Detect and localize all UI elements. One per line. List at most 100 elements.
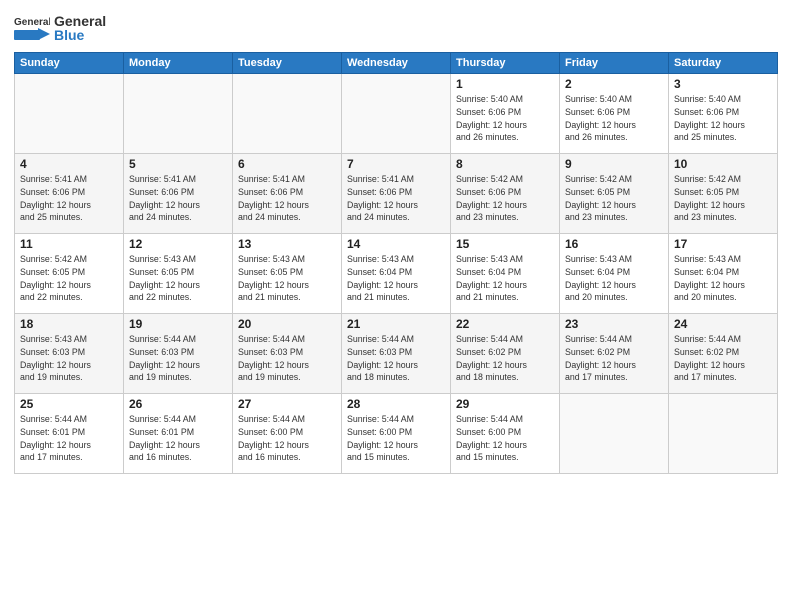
day-number: 16 <box>565 237 663 251</box>
calendar-cell: 27 Sunrise: 5:44 AMSunset: 6:00 PMDayligh… <box>233 394 342 474</box>
day-info: Sunrise: 5:42 AMSunset: 6:05 PMDaylight:… <box>565 173 663 224</box>
day-info: Sunrise: 5:41 AMSunset: 6:06 PMDaylight:… <box>20 173 118 224</box>
calendar-cell: 5Sunrise: 5:41 AMSunset: 6:06 PMDaylight… <box>124 154 233 234</box>
calendar-cell: 20Sunrise: 5:44 AMSunset: 6:03 PMDayligh… <box>233 314 342 394</box>
logo-text-block: General Blue <box>54 14 106 42</box>
calendar-cell: 22 Sunrise: 5:44 AMSunset: 6:02 PMDayligh… <box>451 314 560 394</box>
day-info: Sunrise: 5:44 AMSunset: 6:02 PMDaylight:… <box>674 333 772 384</box>
day-number: 22 <box>456 317 554 331</box>
calendar-cell <box>15 74 124 154</box>
day-info: Sunrise: 5:42 AMSunset: 6:05 PMDaylight:… <box>674 173 772 224</box>
day-info: Sunrise: 5:41 AMSunset: 6:06 PMDaylight:… <box>129 173 227 224</box>
day-number: 21 <box>347 317 445 331</box>
day-info: Sunrise: 5:43 AMSunset: 6:05 PMDaylight:… <box>129 253 227 304</box>
calendar-cell: 2 Sunrise: 5:40 AMSunset: 6:06 PMDaylight… <box>560 74 669 154</box>
calendar-cell: 18Sunrise: 5:43 AMSunset: 6:03 PMDayligh… <box>15 314 124 394</box>
day-number: 14 <box>347 237 445 251</box>
day-number: 4 <box>20 157 118 171</box>
day-info: Sunrise: 5:43 AMSunset: 6:03 PMDaylight:… <box>20 333 118 384</box>
day-info: Sunrise: 5:43 AMSunset: 6:04 PMDaylight:… <box>674 253 772 304</box>
page-header: General General Blue <box>14 10 778 46</box>
day-info: Sunrise: 5:44 AMSunset: 6:01 PMDaylight:… <box>20 413 118 464</box>
day-number: 15 <box>456 237 554 251</box>
calendar-cell: 7 Sunrise: 5:41 AMSunset: 6:06 PMDaylight… <box>342 154 451 234</box>
day-info: Sunrise: 5:44 AMSunset: 6:03 PMDaylight:… <box>129 333 227 384</box>
day-info: Sunrise: 5:41 AMSunset: 6:06 PMDaylight:… <box>238 173 336 224</box>
day-info: Sunrise: 5:41 AMSunset: 6:06 PMDaylight:… <box>347 173 445 224</box>
calendar-cell <box>669 394 778 474</box>
day-number: 8 <box>456 157 554 171</box>
day-header-thursday: Thursday <box>451 53 560 74</box>
day-number: 17 <box>674 237 772 251</box>
calendar-cell: 17 Sunrise: 5:43 AMSunset: 6:04 PMDayligh… <box>669 234 778 314</box>
calendar-cell: 29 Sunrise: 5:44 AMSunset: 6:00 PMDayligh… <box>451 394 560 474</box>
calendar-cell: 28Sunrise: 5:44 AMSunset: 6:00 PMDayligh… <box>342 394 451 474</box>
day-number: 19 <box>129 317 227 331</box>
calendar-cell: 24Sunrise: 5:44 AMSunset: 6:02 PMDayligh… <box>669 314 778 394</box>
calendar-cell: 23 Sunrise: 5:44 AMSunset: 6:02 PMDayligh… <box>560 314 669 394</box>
calendar-header: SundayMondayTuesdayWednesdayThursdayFrid… <box>15 53 778 74</box>
day-number: 29 <box>456 397 554 411</box>
calendar-cell: 14 Sunrise: 5:43 AMSunset: 6:04 PMDayligh… <box>342 234 451 314</box>
calendar-cell: 1 Sunrise: 5:40 AMSunset: 6:06 PMDaylight… <box>451 74 560 154</box>
day-info: Sunrise: 5:44 AMSunset: 6:00 PMDaylight:… <box>238 413 336 464</box>
calendar-cell: 19 Sunrise: 5:44 AMSunset: 6:03 PMDayligh… <box>124 314 233 394</box>
day-info: Sunrise: 5:44 AMSunset: 6:02 PMDaylight:… <box>456 333 554 384</box>
days-of-week-row: SundayMondayTuesdayWednesdayThursdayFrid… <box>15 53 778 74</box>
day-number: 2 <box>565 77 663 91</box>
calendar-week-2: 4 Sunrise: 5:41 AMSunset: 6:06 PMDaylight… <box>15 154 778 234</box>
day-info: Sunrise: 5:43 AMSunset: 6:05 PMDaylight:… <box>238 253 336 304</box>
day-header-friday: Friday <box>560 53 669 74</box>
day-info: Sunrise: 5:40 AMSunset: 6:06 PMDaylight:… <box>674 93 772 144</box>
logo: General General Blue <box>14 10 106 46</box>
day-header-wednesday: Wednesday <box>342 53 451 74</box>
day-number: 10 <box>674 157 772 171</box>
calendar-cell: 15 Sunrise: 5:43 AMSunset: 6:04 PMDayligh… <box>451 234 560 314</box>
day-number: 26 <box>129 397 227 411</box>
day-number: 27 <box>238 397 336 411</box>
day-number: 23 <box>565 317 663 331</box>
day-info: Sunrise: 5:40 AMSunset: 6:06 PMDaylight:… <box>565 93 663 144</box>
day-info: Sunrise: 5:43 AMSunset: 6:04 PMDaylight:… <box>347 253 445 304</box>
day-number: 13 <box>238 237 336 251</box>
day-info: Sunrise: 5:42 AMSunset: 6:05 PMDaylight:… <box>20 253 118 304</box>
calendar-cell <box>233 74 342 154</box>
calendar-week-4: 18Sunrise: 5:43 AMSunset: 6:03 PMDayligh… <box>15 314 778 394</box>
day-header-tuesday: Tuesday <box>233 53 342 74</box>
day-number: 3 <box>674 77 772 91</box>
calendar-cell: 26 Sunrise: 5:44 AMSunset: 6:01 PMDayligh… <box>124 394 233 474</box>
day-info: Sunrise: 5:42 AMSunset: 6:06 PMDaylight:… <box>456 173 554 224</box>
day-info: Sunrise: 5:44 AMSunset: 6:01 PMDaylight:… <box>129 413 227 464</box>
calendar-cell: 8 Sunrise: 5:42 AMSunset: 6:06 PMDaylight… <box>451 154 560 234</box>
calendar-week-5: 25Sunrise: 5:44 AMSunset: 6:01 PMDayligh… <box>15 394 778 474</box>
svg-text:General: General <box>14 17 50 28</box>
day-info: Sunrise: 5:44 AMSunset: 6:03 PMDaylight:… <box>347 333 445 384</box>
calendar-cell: 13 Sunrise: 5:43 AMSunset: 6:05 PMDayligh… <box>233 234 342 314</box>
calendar-cell <box>124 74 233 154</box>
day-number: 7 <box>347 157 445 171</box>
day-number: 9 <box>565 157 663 171</box>
day-info: Sunrise: 5:43 AMSunset: 6:04 PMDaylight:… <box>456 253 554 304</box>
logo-blue-text: Blue <box>54 27 84 43</box>
calendar-body: 1 Sunrise: 5:40 AMSunset: 6:06 PMDaylight… <box>15 74 778 474</box>
calendar-cell: 11Sunrise: 5:42 AMSunset: 6:05 PMDayligh… <box>15 234 124 314</box>
day-header-monday: Monday <box>124 53 233 74</box>
calendar-cell: 4 Sunrise: 5:41 AMSunset: 6:06 PMDaylight… <box>15 154 124 234</box>
calendar-cell <box>560 394 669 474</box>
calendar-cell: 3 Sunrise: 5:40 AMSunset: 6:06 PMDaylight… <box>669 74 778 154</box>
calendar-cell: 25Sunrise: 5:44 AMSunset: 6:01 PMDayligh… <box>15 394 124 474</box>
day-header-sunday: Sunday <box>15 53 124 74</box>
calendar-cell: 21 Sunrise: 5:44 AMSunset: 6:03 PMDayligh… <box>342 314 451 394</box>
day-number: 6 <box>238 157 336 171</box>
day-header-saturday: Saturday <box>669 53 778 74</box>
day-info: Sunrise: 5:44 AMSunset: 6:00 PMDaylight:… <box>456 413 554 464</box>
calendar-week-3: 11Sunrise: 5:42 AMSunset: 6:05 PMDayligh… <box>15 234 778 314</box>
calendar-cell: 6 Sunrise: 5:41 AMSunset: 6:06 PMDaylight… <box>233 154 342 234</box>
page-container: General General Blue SundayMondayTuesday… <box>0 0 792 612</box>
day-info: Sunrise: 5:44 AMSunset: 6:00 PMDaylight:… <box>347 413 445 464</box>
calendar-cell: 16Sunrise: 5:43 AMSunset: 6:04 PMDayligh… <box>560 234 669 314</box>
day-number: 1 <box>456 77 554 91</box>
day-info: Sunrise: 5:44 AMSunset: 6:02 PMDaylight:… <box>565 333 663 384</box>
day-info: Sunrise: 5:40 AMSunset: 6:06 PMDaylight:… <box>456 93 554 144</box>
calendar-cell: 10 Sunrise: 5:42 AMSunset: 6:05 PMDayligh… <box>669 154 778 234</box>
